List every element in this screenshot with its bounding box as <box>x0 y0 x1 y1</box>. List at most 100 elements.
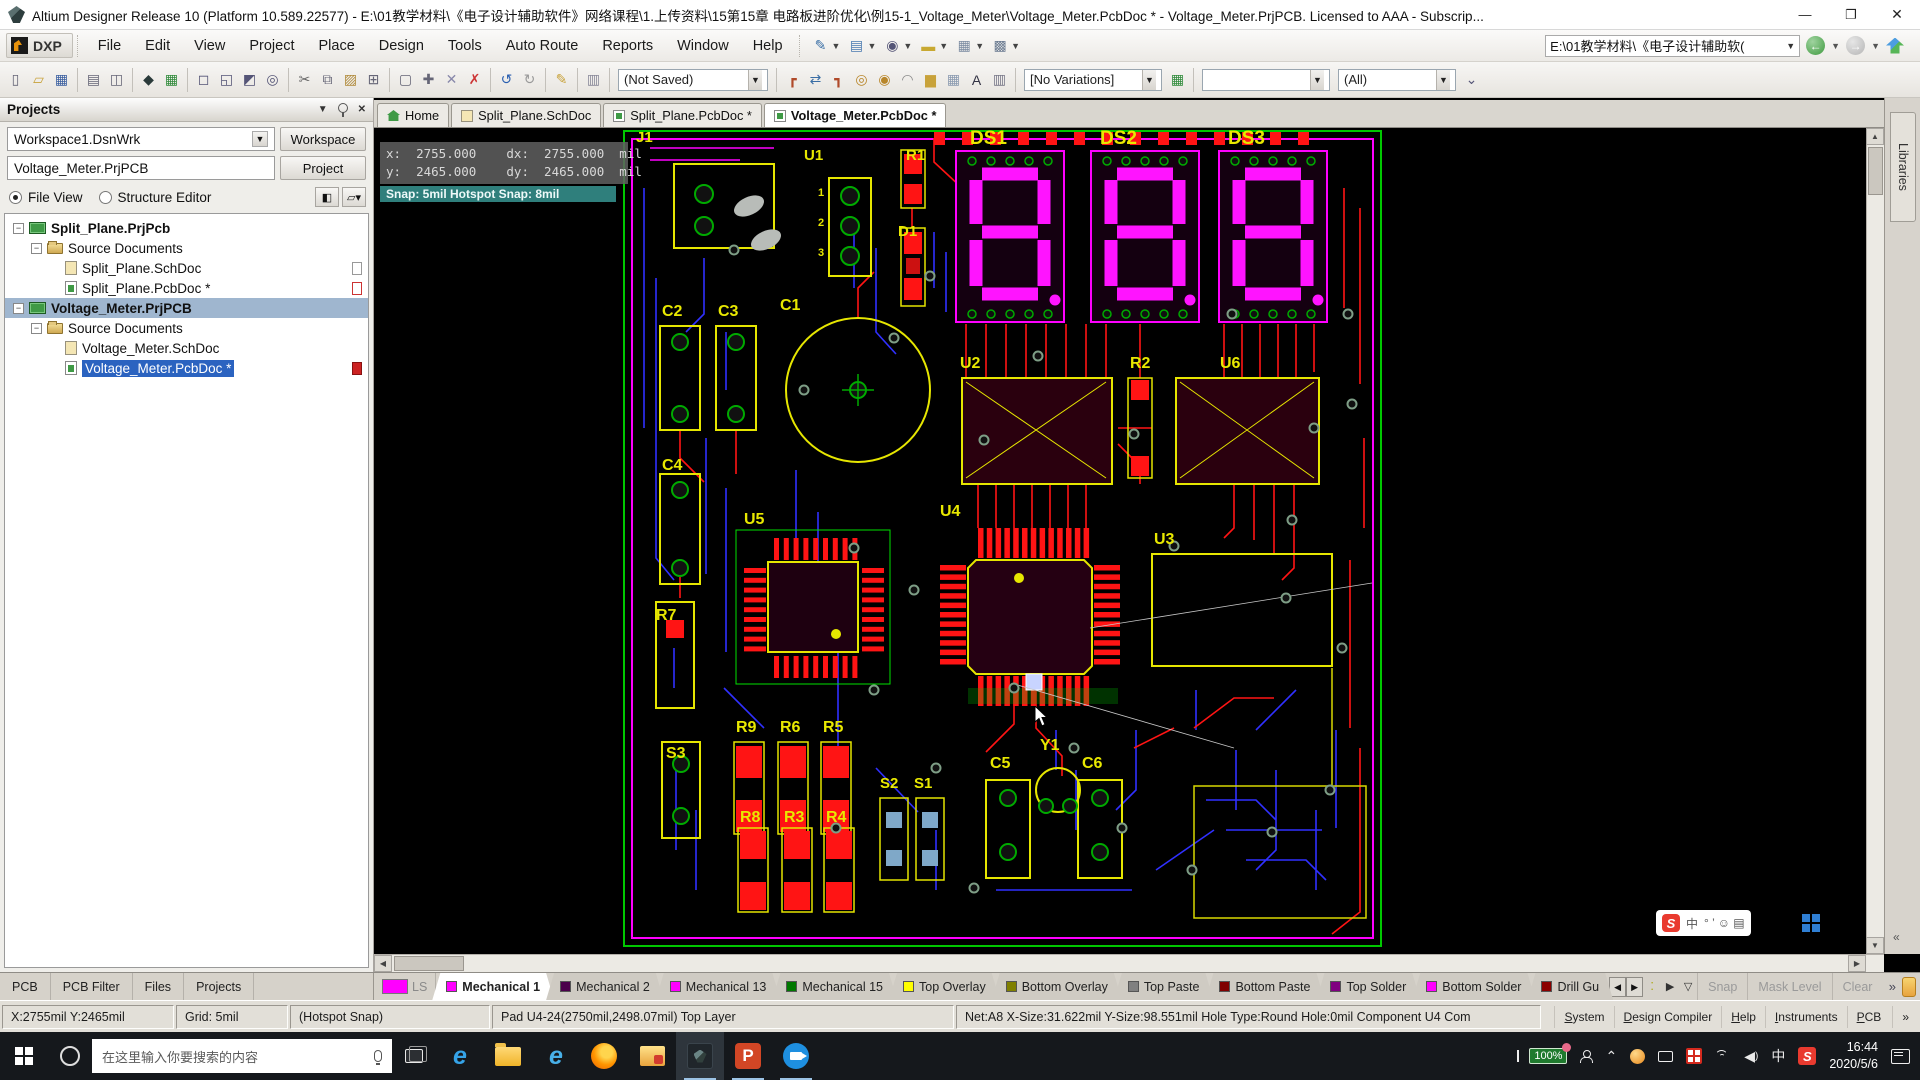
not-saved-combo[interactable]: (Not Saved)▼ <box>618 69 768 91</box>
zoom-selected-icon[interactable]: ◩ <box>238 68 261 91</box>
start-button[interactable] <box>0 1032 48 1080</box>
board-insight-icon[interactable]: ▦ <box>160 68 183 91</box>
pcb-label-s3[interactable]: S3 <box>666 746 686 762</box>
taskbar-app-altium-designer[interactable] <box>676 1032 724 1080</box>
layer-scroll-right-icon[interactable]: ▶ <box>1626 977 1643 997</box>
print-preview-icon[interactable]: ◫ <box>105 68 128 91</box>
sogou-tool-icons[interactable]: ° ’ ☺ ▤ <box>1704 916 1745 930</box>
pcb-label-u2[interactable]: U2 <box>960 356 980 372</box>
panel-board-icon[interactable]: ◧ <box>315 187 339 207</box>
taskbar-clock[interactable]: 16:44 2020/5/6 <box>1829 1039 1878 1073</box>
cortana-button[interactable] <box>48 1032 92 1080</box>
string-icon[interactable]: A <box>965 68 988 91</box>
paste-icon[interactable]: ▨ <box>339 68 362 91</box>
pcb-label-c3[interactable]: C3 <box>718 304 738 320</box>
layer-tab-bottom-solder[interactable]: Bottom Solder <box>1412 973 1535 1000</box>
mask-dd-icon[interactable]: ⌄ <box>1460 68 1483 91</box>
pcb-label-ds1[interactable]: DS1 <box>970 129 1007 148</box>
chevron-down-icon[interactable]: ▼ <box>867 41 876 51</box>
doc-tab-split_plane-pcbdoc-[interactable]: Split_Plane.PcbDoc * <box>603 103 762 127</box>
pcb-label-c1[interactable]: C1 <box>780 298 800 314</box>
layer-tab-drill-gu[interactable]: Drill Gu <box>1527 973 1613 1000</box>
layer-tab-bottom-overlay[interactable]: Bottom Overlay <box>992 973 1122 1000</box>
pcb-label-c6[interactable]: C6 <box>1082 756 1102 772</box>
tree-item-voltage_meter-schdoc[interactable]: Voltage_Meter.SchDoc <box>5 338 368 358</box>
microphone-icon[interactable] <box>374 1050 382 1062</box>
menu-auto-route[interactable]: Auto Route <box>494 33 591 59</box>
panel-tab-pcb[interactable]: PCB <box>0 973 51 1000</box>
menu-window[interactable]: Window <box>665 33 741 59</box>
doc-tab-split_plane-schdoc[interactable]: Split_Plane.SchDoc <box>451 103 601 127</box>
menu-reports[interactable]: Reports <box>590 33 665 59</box>
layer-set-box[interactable]: LS <box>374 973 436 1000</box>
input-language-icon[interactable]: 中 <box>1771 1046 1785 1066</box>
pcb-label-r9[interactable]: R9 <box>736 720 756 736</box>
hidden-icons-chevron-icon[interactable]: ⌃ <box>1605 1048 1617 1065</box>
forward-button[interactable]: → <box>1846 36 1865 55</box>
chevron-down-icon[interactable]: ▼ <box>975 41 984 51</box>
pcb-label-r5[interactable]: R5 <box>823 720 843 736</box>
pcb-label-c5[interactable]: C5 <box>990 756 1010 772</box>
pcb-label-y1[interactable]: Y1 <box>1040 738 1060 754</box>
taskbar-app-edge[interactable]: e <box>436 1032 484 1080</box>
taskbar-app-app-folder[interactable] <box>628 1032 676 1080</box>
taskbar-search-input[interactable]: 在这里输入你要搜索的内容 <box>92 1039 392 1073</box>
task-view-button[interactable] <box>392 1032 436 1080</box>
layer-tab-top-paste[interactable]: Top Paste <box>1114 973 1214 1000</box>
taskbar-app-powerpoint[interactable]: P <box>724 1032 772 1080</box>
route-smart-icon[interactable]: ┓ <box>827 68 850 91</box>
sogou-tray-icon[interactable]: S <box>1798 1047 1816 1065</box>
3d-view-icon[interactable]: ◆ <box>137 68 160 91</box>
expander-icon[interactable]: − <box>31 323 42 334</box>
status-more-button[interactable]: » <box>1892 1006 1918 1028</box>
card-icon[interactable] <box>1658 1051 1673 1062</box>
restore-button[interactable]: ❐ <box>1828 0 1874 30</box>
fill-icon[interactable]: ▆ <box>919 68 942 91</box>
collapse-chevrons-icon[interactable]: « <box>1893 930 1900 944</box>
menu-project[interactable]: Project <box>237 33 306 59</box>
wifi-icon[interactable] <box>1715 1050 1731 1062</box>
pcb-label-j1[interactable]: J1 <box>636 130 653 145</box>
poly-icon[interactable]: ▦ <box>942 68 965 91</box>
menu-view[interactable]: View <box>182 33 237 59</box>
chevron-down-icon[interactable]: ▼ <box>939 41 948 51</box>
current-layer-swatch[interactable] <box>382 979 408 994</box>
move-icon[interactable]: ✚ <box>417 68 440 91</box>
tree-item-split_plane-pcbdoc-[interactable]: Split_Plane.PcbDoc * <box>5 278 368 298</box>
select-area-icon[interactable]: ▢ <box>394 68 417 91</box>
close-button[interactable]: ✕ <box>1874 0 1920 30</box>
zoom-document-icon[interactable]: ◻ <box>192 68 215 91</box>
open-icon[interactable]: ▱ <box>27 68 50 91</box>
arc-icon[interactable]: ◠ <box>896 68 919 91</box>
pcb-label-u6[interactable]: U6 <box>1220 356 1240 372</box>
pcb-label-r8[interactable]: R8 <box>740 810 760 826</box>
chevron-down-icon[interactable]: ▼ <box>1436 70 1450 90</box>
chevron-down-icon[interactable]: ▼ <box>1786 41 1795 51</box>
scroll-up-icon[interactable]: ▲ <box>1866 128 1884 145</box>
chevron-down-icon[interactable]: ▼ <box>1831 41 1840 51</box>
recent-path-combo[interactable]: E:\01教学材料\《电子设计辅助软( ▼ <box>1545 35 1800 57</box>
expander-icon[interactable]: − <box>31 243 42 254</box>
pcb-label-u5[interactable]: U5 <box>744 512 764 528</box>
horizontal-scroll-thumb[interactable] <box>394 956 464 971</box>
tree-item-source-documents[interactable]: −Source Documents <box>5 318 368 338</box>
status-button-pcb[interactable]: PCB <box>1847 1006 1891 1028</box>
file-view-radio[interactable] <box>9 191 22 204</box>
pin-icon[interactable] <box>338 103 348 116</box>
battery-icon[interactable]: 100% <box>1517 1048 1567 1064</box>
tree-item-split_plane-schdoc[interactable]: Split_Plane.SchDoc <box>5 258 368 278</box>
stock-app-icon[interactable] <box>1686 1048 1702 1064</box>
layer-tab-mechanical-13[interactable]: Mechanical 13 <box>656 973 781 1000</box>
dimension-icon[interactable]: ▥ <box>988 68 1011 91</box>
wire-icon[interactable]: ✎ <box>550 68 573 91</box>
horizontal-scrollbar[interactable]: ◀ ▶ <box>374 954 1884 972</box>
layer-button-clear[interactable]: Clear <box>1832 973 1883 1000</box>
expander-icon[interactable]: − <box>13 303 24 314</box>
arrange-icon[interactable]: ▤ <box>845 35 867 57</box>
scroll-right-icon[interactable]: ▶ <box>1848 955 1866 972</box>
dxp-menu[interactable]: DXP <box>6 33 73 58</box>
layer-tab-mechanical-1[interactable]: Mechanical 1 <box>432 973 554 1000</box>
copy-icon[interactable]: ⧉ <box>316 68 339 91</box>
layer-pair-icon[interactable]: ⁚ <box>1643 973 1661 1000</box>
sketch-tool-icon[interactable]: ✎ <box>810 35 832 57</box>
